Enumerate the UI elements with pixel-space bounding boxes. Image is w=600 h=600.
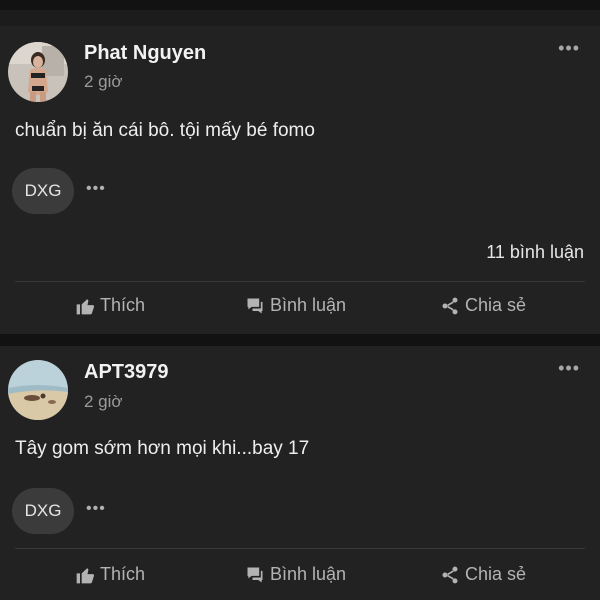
post-content: chuẩn bị ăn cái bô. tội mấy bé fomo xyxy=(15,120,315,141)
comment-button[interactable]: Bình luận xyxy=(245,295,346,316)
avatar[interactable] xyxy=(8,360,68,420)
divider xyxy=(15,548,585,549)
post-card: APT3979 2 giờ ••• Tây gom sớm hơn mọi kh… xyxy=(0,346,600,600)
like-label: Thích xyxy=(100,564,146,584)
comment-icon xyxy=(247,567,263,582)
post-content: Tây gom sớm hơn mọi khi...bay 17 xyxy=(15,438,310,459)
previous-post-edge xyxy=(0,10,600,26)
post-author[interactable]: APT3979 xyxy=(84,361,169,384)
divider xyxy=(15,281,585,282)
share-label: Chia sẻ xyxy=(465,295,527,315)
stock-tag[interactable]: DXG xyxy=(12,488,74,534)
feed-separator xyxy=(0,334,600,346)
comment-label: Bình luận xyxy=(270,564,347,584)
like-label: Thích xyxy=(100,295,146,315)
avatar[interactable] xyxy=(8,42,68,102)
thumbs-up-icon xyxy=(76,298,95,314)
avatar-photo xyxy=(8,42,68,102)
tag-more-icon[interactable]: ••• xyxy=(86,180,106,198)
comment-label: Bình luận xyxy=(270,295,347,315)
more-horizontal-icon[interactable]: ••• xyxy=(558,38,580,59)
thumbs-up-icon xyxy=(76,567,95,583)
post-card: Phat Nguyen 2 giờ ••• chuẩn bị ăn cái bô… xyxy=(0,26,600,334)
share-icon xyxy=(442,566,458,583)
post-time: 2 giờ xyxy=(84,72,123,91)
like-button[interactable]: Thích xyxy=(75,564,145,585)
tag-more-icon[interactable]: ••• xyxy=(86,500,106,518)
avatar-photo xyxy=(8,360,68,420)
like-button[interactable]: Thích xyxy=(75,295,145,316)
share-button[interactable]: Chia sẻ xyxy=(440,295,526,316)
more-horizontal-icon[interactable]: ••• xyxy=(558,358,580,379)
share-icon xyxy=(442,297,458,314)
post-time: 2 giờ xyxy=(84,392,123,411)
comment-icon xyxy=(247,298,263,313)
comment-button[interactable]: Bình luận xyxy=(245,564,346,585)
stock-tag[interactable]: DXG xyxy=(12,168,74,214)
post-author[interactable]: Phat Nguyen xyxy=(84,42,206,65)
comments-count[interactable]: 11 bình luận xyxy=(486,242,584,263)
share-button[interactable]: Chia sẻ xyxy=(440,564,526,585)
share-label: Chia sẻ xyxy=(465,564,527,584)
